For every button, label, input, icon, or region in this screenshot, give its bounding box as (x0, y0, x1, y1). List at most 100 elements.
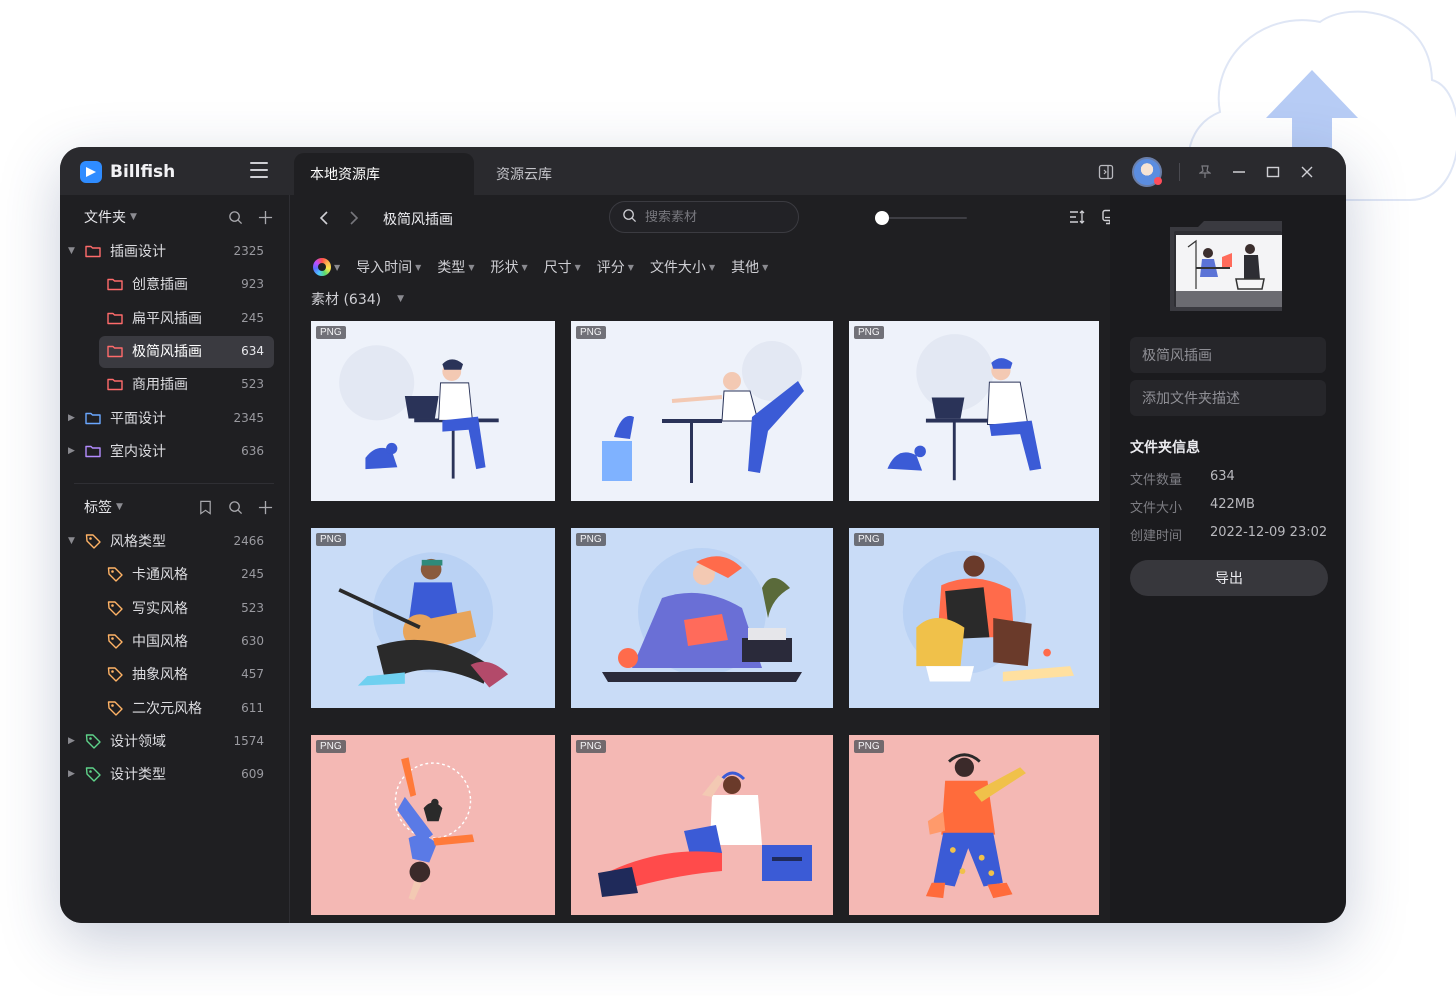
folder-count: 2325 (233, 244, 264, 258)
asset-thumbnail[interactable]: PNG (849, 528, 1099, 708)
slider-thumb[interactable] (875, 211, 889, 225)
caret-down-icon[interactable]: ▼ (68, 536, 75, 546)
search-box (609, 201, 799, 233)
folder-item[interactable]: 商用插画 523 (60, 368, 290, 400)
toggle-panel-icon[interactable] (1089, 157, 1123, 187)
sidebar: 文件夹 ▼ ▼ 插画设计 2325 创意插画 923 扁平风插画 245 极简风插画 634 商用… (60, 195, 290, 923)
app-name: Billfish (110, 162, 176, 182)
color-filter[interactable]: ▼ (313, 258, 340, 276)
file-type-badge: PNG (576, 740, 606, 753)
folder-item[interactable]: ▼ 插画设计 2325 (60, 235, 290, 267)
back-icon[interactable] (315, 209, 333, 227)
info-row: 创建时间 2022-12-09 23:02 (1130, 525, 1330, 544)
folder-icon (84, 409, 102, 427)
caret-right-icon[interactable]: ▶ (68, 446, 75, 456)
search-icon (622, 208, 637, 227)
sort-icon[interactable] (1067, 206, 1089, 228)
file-type-badge: PNG (316, 740, 346, 753)
asset-thumbnail[interactable]: PNG (311, 321, 555, 501)
toolbar: 极简风插画 (291, 201, 1118, 235)
asset-thumbnail[interactable]: PNG (311, 735, 555, 915)
folder-description-field[interactable]: 添加文件夹描述 (1130, 380, 1326, 416)
folder-item[interactable]: ▶ 室内设计 636 (60, 435, 290, 467)
tag-item[interactable]: 抽象风格 457 (60, 658, 290, 690)
file-type-badge: PNG (316, 533, 346, 546)
tag-icon (106, 699, 124, 717)
filter-dropdown[interactable]: 文件大小 ▼ (650, 257, 715, 277)
tag-count: 457 (241, 667, 264, 682)
hamburger-menu-icon[interactable] (250, 162, 268, 178)
add-folder-icon[interactable] (256, 208, 274, 226)
folder-icon (84, 242, 102, 260)
caret-right-icon[interactable]: ▶ (68, 736, 75, 746)
illustration-image (902, 550, 1074, 682)
chevron-down-icon[interactable]: ▼ (116, 502, 123, 512)
illustration-image (925, 753, 1026, 899)
material-count-dropdown[interactable]: 素材 (634) ▼ (311, 289, 404, 309)
breadcrumb[interactable]: 极简风插画 (383, 209, 453, 229)
folders-header-label[interactable]: 文件夹 (84, 207, 126, 227)
asset-thumbnail[interactable]: PNG (311, 528, 555, 708)
folder-count: 636 (241, 443, 264, 458)
filter-dropdown[interactable]: 其他 ▼ (731, 257, 768, 277)
tag-item[interactable]: 中国风格 630 (60, 625, 290, 657)
billfish-logo-icon (80, 161, 102, 183)
caret-down-icon[interactable]: ▼ (68, 246, 75, 256)
file-type-badge: PNG (576, 326, 606, 339)
filter-dropdown[interactable]: 导入时间 ▼ (356, 257, 421, 277)
file-type-badge: PNG (854, 326, 884, 339)
filter-label: 评分 (596, 260, 625, 276)
search-icon[interactable] (226, 498, 244, 516)
title-bar: Billfish 本地资源库 资源云库 (60, 147, 1346, 195)
filter-dropdown[interactable]: 评分 ▼ (597, 257, 634, 277)
caret-right-icon[interactable]: ▶ (68, 769, 75, 779)
tag-item[interactable]: 卡通风格 245 (60, 558, 290, 590)
thumbnail-size-slider[interactable] (875, 211, 967, 225)
filter-dropdown[interactable]: 形状 ▼ (490, 257, 527, 277)
forward-icon[interactable] (345, 209, 363, 227)
folder-item[interactable]: 极简风插画 634 (60, 335, 290, 368)
folder-item[interactable]: 创意插画 923 (60, 268, 290, 300)
tag-item[interactable]: ▶ 设计类型 609 (60, 758, 290, 790)
close-icon[interactable] (1290, 157, 1324, 187)
illustration-image (394, 757, 475, 901)
tags-header-label[interactable]: 标签 (84, 497, 112, 517)
info-value: 634 (1210, 469, 1235, 484)
asset-thumbnail[interactable]: PNG (571, 321, 833, 501)
asset-thumbnail[interactable]: PNG (571, 735, 833, 915)
user-avatar[interactable] (1123, 157, 1171, 187)
filter-dropdown[interactable]: 类型 ▼ (437, 257, 474, 277)
bookmark-icon[interactable] (196, 498, 214, 516)
folder-name-field[interactable]: 极简风插画 (1130, 337, 1326, 373)
file-type-badge: PNG (854, 533, 884, 546)
export-button[interactable]: 导出 (1130, 560, 1328, 596)
tag-item[interactable]: ▼ 风格类型 2466 (60, 525, 290, 557)
tag-item[interactable]: 二次元风格 611 (60, 692, 290, 724)
tab-cloud-library[interactable]: 资源云库 (496, 153, 552, 195)
chevron-down-icon: ▼ (468, 262, 475, 272)
tag-count: 611 (241, 700, 264, 715)
search-icon[interactable] (226, 208, 244, 226)
folder-item[interactable]: ▶ 平面设计 2345 (60, 402, 290, 434)
search-input[interactable] (645, 209, 785, 225)
asset-thumbnail[interactable]: PNG (571, 528, 833, 708)
asset-thumbnail[interactable]: PNG (849, 735, 1099, 915)
filter-dropdown[interactable]: 尺寸 ▼ (544, 257, 581, 277)
file-type-badge: PNG (854, 740, 884, 753)
folder-label: 极简风插画 (132, 343, 202, 360)
info-key: 创建时间 (1130, 529, 1183, 544)
minimize-icon[interactable] (1222, 157, 1256, 187)
maximize-icon[interactable] (1256, 157, 1290, 187)
pin-icon[interactable] (1188, 157, 1222, 187)
add-tag-icon[interactable] (256, 498, 274, 516)
tag-item[interactable]: ▶ 设计领域 1574 (60, 725, 290, 757)
caret-right-icon[interactable]: ▶ (68, 413, 75, 423)
filter-label: 尺寸 (543, 260, 572, 276)
folder-item[interactable]: 扁平风插画 245 (60, 302, 290, 334)
filter-label: 形状 (490, 260, 519, 276)
tag-item[interactable]: 写实风格 523 (60, 592, 290, 624)
filter-label: 导入时间 (356, 260, 413, 276)
tab-local-library[interactable]: 本地资源库 (294, 153, 474, 195)
asset-thumbnail[interactable]: PNG (849, 321, 1099, 501)
chevron-down-icon[interactable]: ▼ (130, 212, 137, 222)
